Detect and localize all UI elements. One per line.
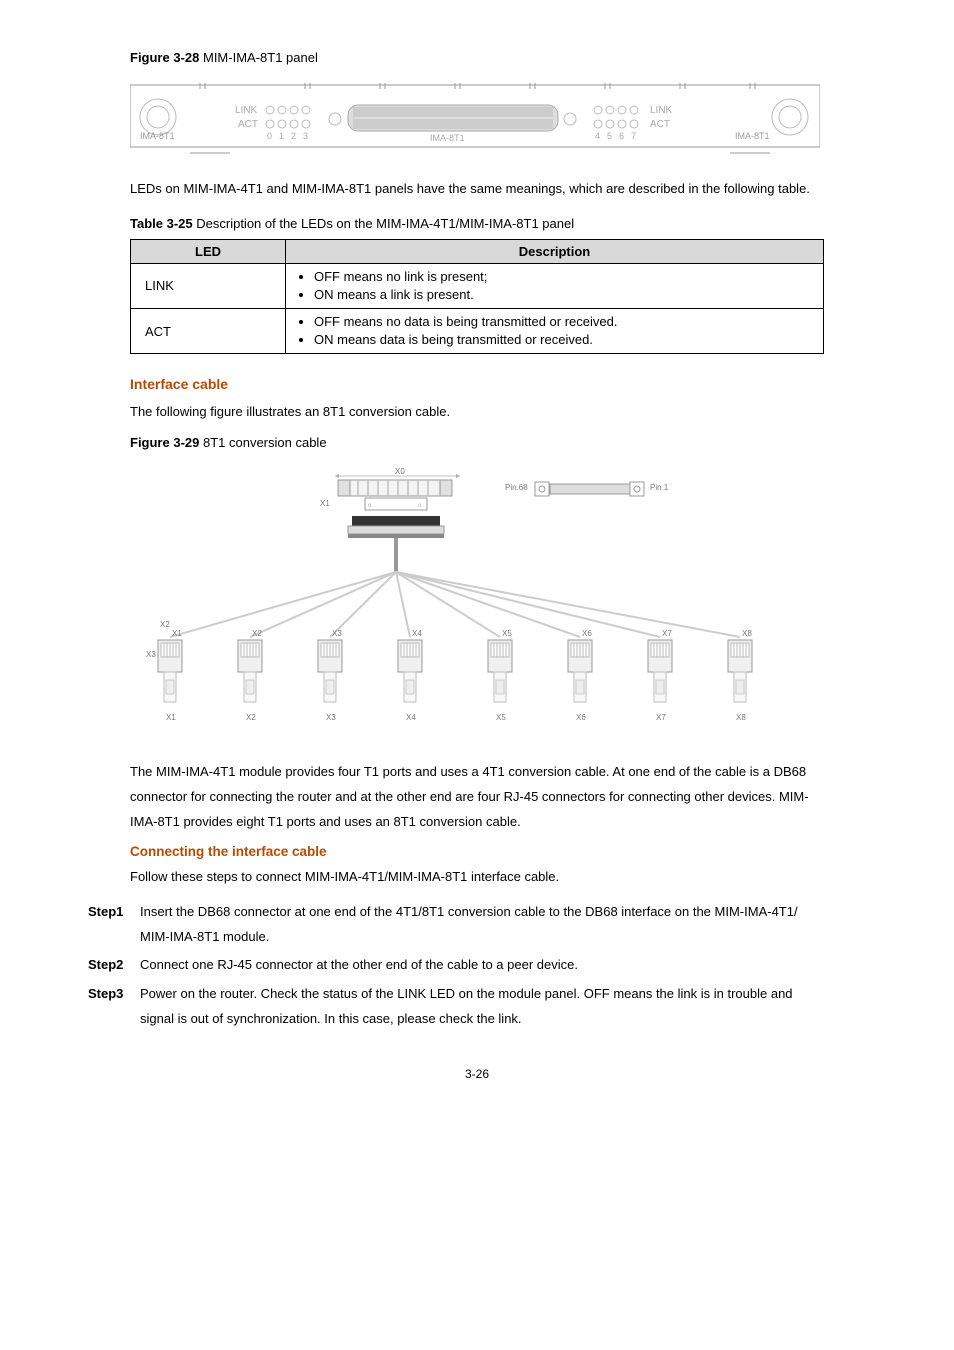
paragraph-cable: The MIM-IMA-4T1 module provides four T1 … — [130, 760, 824, 834]
table-25-title: Description of the LEDs on the MIM-IMA-4… — [196, 216, 574, 231]
label-x1: X1 — [320, 499, 330, 508]
branch-b8: X8 — [736, 713, 746, 722]
paragraph-leds: LEDs on MIM-IMA-4T1 and MIM-IMA-8T1 pane… — [130, 177, 824, 202]
led-act-desc: OFF means no data is being transmitted o… — [286, 309, 824, 354]
panel-act-left: ACT — [238, 119, 258, 130]
label-pin68: Pin.68 — [505, 483, 528, 492]
branch-b4: X4 — [406, 713, 416, 722]
port-1: 1 — [279, 131, 284, 141]
connecting-intro: Follow these steps to connect MIM-IMA-4T… — [130, 865, 824, 890]
step-row: Step2 Connect one RJ-45 connector at the… — [88, 953, 824, 978]
figure-29-title: 8T1 conversion cable — [203, 435, 327, 450]
label-x3: X3 — [146, 650, 156, 659]
label-x0: X0 — [395, 467, 405, 476]
panel-center-label: IMA-8T1 — [430, 133, 465, 143]
step-2-label: Step2 — [88, 953, 140, 978]
led-table: LED Description LINK OFF means no link i… — [130, 239, 824, 355]
branch-b6: X6 — [576, 713, 586, 722]
port-5: 5 — [607, 131, 612, 141]
branch-b2: X2 — [246, 713, 256, 722]
panel-link-right: LINK — [650, 105, 673, 116]
branch-b7: X7 — [656, 713, 666, 722]
table-row: LINK OFF means no link is present; ON me… — [131, 263, 824, 308]
svg-text:o: o — [418, 503, 422, 509]
table-25-caption: Table 3-25 Description of the LEDs on th… — [130, 216, 824, 231]
branch-3: X3 — [332, 629, 342, 638]
branch-b1: X1 — [166, 713, 176, 722]
model-right: IMA-8T1 — [735, 131, 770, 141]
branch-2: X2 — [252, 629, 262, 638]
branch-7: X7 — [662, 629, 672, 638]
branch-1: X1 — [172, 629, 182, 638]
heading-connecting: Connecting the interface cable — [130, 844, 824, 859]
port-4: 4 — [595, 131, 600, 141]
panel-act-right: ACT — [650, 119, 670, 130]
branch-5: X5 — [502, 629, 512, 638]
figure-28-label: Figure 3-28 — [130, 50, 199, 65]
panel-link-left: LINK — [235, 105, 258, 116]
model-left: IMA-8T1 — [140, 131, 175, 141]
step-row: Step3 Power on the router. Check the sta… — [88, 982, 824, 1031]
svg-text:o: o — [368, 503, 372, 509]
led-act-name: ACT — [131, 309, 286, 354]
step-1-text: Insert the DB68 connector at one end of … — [140, 900, 824, 949]
branch-4: X4 — [412, 629, 422, 638]
figure-28-caption: Figure 3-28 MIM-IMA-8T1 panel — [130, 50, 824, 65]
step-row: Step1 Insert the DB68 connector at one e… — [88, 900, 824, 949]
label-x2: X2 — [160, 620, 170, 629]
step-3-text: Power on the router. Check the status of… — [140, 982, 824, 1031]
th-led: LED — [131, 239, 286, 263]
branch-b3: X3 — [326, 713, 336, 722]
list-item: OFF means no data is being transmitted o… — [314, 313, 813, 331]
branch-8: X8 — [742, 629, 752, 638]
page-number: 3-26 — [130, 1067, 824, 1081]
table-row: ACT OFF means no data is being transmitt… — [131, 309, 824, 354]
step-2-text: Connect one RJ-45 connector at the other… — [140, 953, 824, 978]
branch-b5: X5 — [496, 713, 506, 722]
port-7: 7 — [631, 131, 636, 141]
step-1-label: Step1 — [88, 900, 140, 949]
cable-figure: X0 Pin.68 Pin.1 X1 o o — [130, 462, 824, 742]
table-25-label: Table 3-25 — [130, 216, 193, 231]
panel-figure: LINK ACT 0 1 2 3 IMA-8T1 LINK ACT — [130, 77, 824, 155]
list-item: ON means a link is present. — [314, 286, 813, 304]
port-6: 6 — [619, 131, 624, 141]
port-3: 3 — [303, 131, 308, 141]
heading-interface-cable: Interface cable — [130, 376, 824, 392]
figure-29-caption: Figure 3-29 8T1 conversion cable — [130, 435, 824, 450]
port-2: 2 — [291, 131, 296, 141]
list-item: OFF means no link is present; — [314, 268, 813, 286]
branch-6: X6 — [582, 629, 592, 638]
th-description: Description — [286, 239, 824, 263]
list-item: ON means data is being transmitted or re… — [314, 331, 813, 349]
interface-cable-text: The following figure illustrates an 8T1 … — [130, 400, 824, 425]
label-pin1: Pin.1 — [650, 483, 669, 492]
figure-29-label: Figure 3-29 — [130, 435, 199, 450]
figure-28-title: MIM-IMA-8T1 panel — [203, 50, 318, 65]
port-0: 0 — [267, 131, 272, 141]
led-link-name: LINK — [131, 263, 286, 308]
step-3-label: Step3 — [88, 982, 140, 1031]
led-link-desc: OFF means no link is present; ON means a… — [286, 263, 824, 308]
